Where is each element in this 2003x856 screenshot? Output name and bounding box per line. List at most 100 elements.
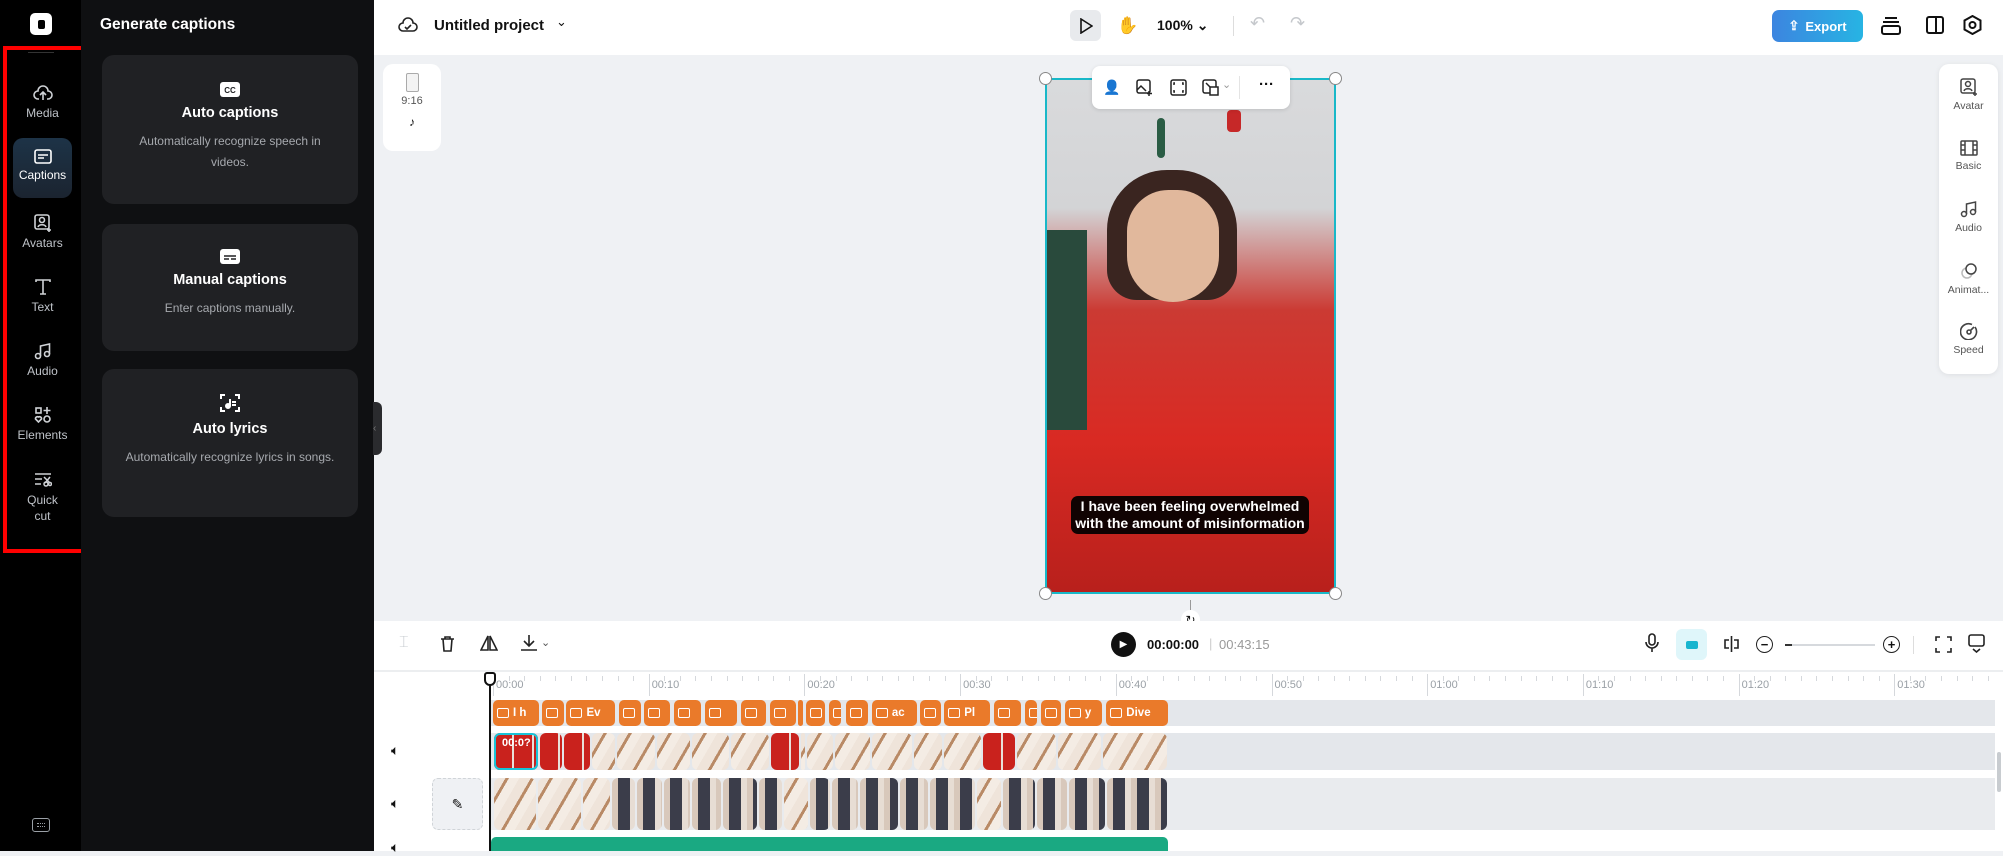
video-clip[interactable]	[1068, 778, 1106, 830]
video-clip[interactable]	[771, 733, 799, 770]
zoom-slider[interactable]	[1785, 644, 1875, 646]
video-clip[interactable]	[537, 778, 581, 830]
fit-screen-icon[interactable]	[1935, 636, 1952, 653]
video-clip[interactable]	[657, 733, 690, 770]
app-logo-icon[interactable]	[30, 13, 52, 35]
export-button[interactable]: ⇪ Export	[1772, 10, 1863, 42]
caption-clip[interactable]: ac	[871, 700, 917, 726]
caption-clip[interactable]	[1024, 700, 1038, 726]
rp-item-audio[interactable]: Audio	[1939, 200, 1998, 234]
caption-clip[interactable]	[769, 700, 797, 726]
split-marker-icon[interactable]	[1723, 636, 1740, 652]
playhead-handle[interactable]	[484, 672, 496, 686]
hand-tool-icon[interactable]: ✋	[1116, 10, 1140, 41]
video-clip[interactable]	[943, 733, 981, 770]
collapse-panel-handle[interactable]: ‹	[373, 402, 382, 455]
caption-clip[interactable]	[704, 700, 737, 726]
video-clip[interactable]	[722, 778, 757, 830]
select-tool-button[interactable]	[1070, 10, 1101, 41]
video-clip[interactable]	[582, 778, 611, 830]
replace-media-icon[interactable]	[1202, 79, 1219, 96]
auto-lyrics-card[interactable]: Auto lyrics Automatically recognize lyri…	[102, 369, 358, 517]
video-clip[interactable]	[1003, 778, 1036, 830]
video-clip[interactable]	[982, 733, 1016, 770]
project-title[interactable]: Untitled project	[434, 17, 544, 34]
video-clip[interactable]	[806, 733, 833, 770]
mute-video-icon[interactable]: 🔈︎	[391, 742, 399, 759]
resize-handle[interactable]	[1329, 72, 1342, 85]
video-clip[interactable]	[929, 778, 975, 830]
chevron-down-icon[interactable]: ⌄	[541, 636, 550, 649]
caption-clip[interactable]: (	[806, 700, 825, 726]
video-clip[interactable]	[872, 733, 913, 770]
video-clip[interactable]	[831, 778, 858, 830]
caption-clip[interactable]: y	[1064, 700, 1103, 726]
auto-snap-button[interactable]	[1676, 629, 1707, 660]
resize-handle[interactable]	[1039, 587, 1052, 600]
video-clip[interactable]	[564, 733, 591, 770]
manual-captions-card[interactable]: Manual captions Enter captions manually.	[102, 224, 358, 351]
flip-icon[interactable]	[480, 635, 498, 651]
layers-icon[interactable]	[1880, 16, 1902, 36]
resize-handle[interactable]	[1329, 587, 1342, 600]
chevron-down-icon[interactable]: ⌄	[1222, 78, 1231, 91]
video-clip[interactable]	[783, 778, 809, 830]
auto-captions-card[interactable]: CC Auto captions Automatically recognize…	[102, 55, 358, 204]
caption-clip[interactable]: Dive	[1106, 700, 1169, 726]
rp-item-basic[interactable]: Basic	[1939, 140, 1998, 172]
video-clip[interactable]	[800, 733, 805, 770]
mute-audio-icon[interactable]: 🔈︎	[391, 839, 399, 856]
video-clip[interactable]	[730, 733, 770, 770]
video-clip[interactable]	[1017, 733, 1056, 770]
caption-clip[interactable]	[993, 700, 1022, 726]
rp-item-speed[interactable]: Speed	[1939, 322, 1998, 356]
caption-clip[interactable]	[619, 700, 642, 726]
video-clip[interactable]	[617, 733, 656, 770]
caption-clip[interactable]	[644, 700, 670, 726]
audio-clip[interactable]	[491, 837, 1168, 851]
caption-clip[interactable]	[798, 700, 803, 726]
mute-broll-icon[interactable]: 🔈︎	[391, 795, 399, 812]
more-icon[interactable]: ···	[1259, 76, 1274, 93]
video-clip[interactable]	[1102, 733, 1168, 770]
caption-clip[interactable]	[542, 700, 564, 726]
caption-clip[interactable]: I h	[493, 700, 539, 726]
play-button[interactable]: ▶	[1111, 632, 1136, 657]
video-clip[interactable]	[758, 778, 782, 830]
video-clip[interactable]	[612, 778, 636, 830]
settings-icon[interactable]	[1963, 15, 1982, 35]
preview-monitor-icon[interactable]	[1968, 634, 1985, 653]
video-clip[interactable]	[914, 733, 942, 770]
caption-clip[interactable]	[673, 700, 702, 726]
caption-clip[interactable]: Ev	[566, 700, 616, 726]
timeline-scrollbar[interactable]	[1997, 752, 2001, 792]
split-icon[interactable]: ⌶	[399, 634, 409, 652]
video-clip[interactable]	[976, 778, 1002, 830]
image-add-icon[interactable]	[1136, 79, 1152, 96]
video-clip[interactable]	[663, 778, 690, 830]
video-clip[interactable]	[810, 778, 830, 830]
video-clip[interactable]	[1037, 778, 1067, 830]
video-clip[interactable]	[900, 778, 928, 830]
zoom-select[interactable]: 100% ⌄	[1157, 17, 1208, 34]
caption-clip[interactable]: Pl	[944, 700, 991, 726]
chevron-down-icon[interactable]: ⌄	[556, 14, 567, 30]
video-clip[interactable]	[691, 733, 729, 770]
caption-clip[interactable]	[740, 700, 766, 726]
delete-icon[interactable]	[440, 635, 455, 652]
aspect-ratio-card[interactable]: 9:16 ♪	[383, 64, 441, 151]
video-clip[interactable]	[834, 733, 871, 770]
video-clip[interactable]	[691, 778, 721, 830]
video-clip[interactable]	[1107, 778, 1168, 830]
resize-handle[interactable]	[1039, 72, 1052, 85]
undo-icon[interactable]: ↶	[1250, 13, 1265, 34]
caption-clip[interactable]	[919, 700, 941, 726]
caption-clip[interactable]	[845, 700, 869, 726]
video-clip[interactable]: 00:0?	[494, 733, 538, 770]
playhead[interactable]	[489, 680, 491, 851]
video-clip[interactable]	[539, 733, 563, 770]
edit-track-button[interactable]: ✎	[432, 778, 483, 830]
caption-clip[interactable]: |	[828, 700, 841, 726]
video-clip[interactable]	[592, 733, 615, 770]
microphone-icon[interactable]	[1645, 633, 1659, 653]
